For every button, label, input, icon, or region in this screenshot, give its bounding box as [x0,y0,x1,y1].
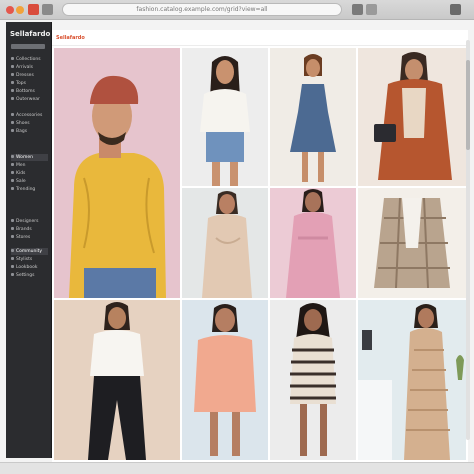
scrollbar-thumb[interactable] [466,60,470,150]
sidebar-item-label: Men [16,163,26,168]
sidebar-item-label: Outerwear [16,97,40,102]
tab-icon[interactable] [42,4,53,15]
photo-woman-denim-dress[interactable] [270,48,356,186]
bullet-icon [11,265,14,268]
sidebar-item-stylists[interactable]: Stylists [11,256,48,263]
sidebar-item-sale[interactable]: Sale [11,178,48,185]
bullet-icon [11,235,14,238]
bullet-icon [11,97,14,100]
sidebar-item-collections[interactable]: Collections [11,56,48,63]
photo-woman-pink-dress[interactable] [270,188,356,298]
bullet-icon [11,81,14,84]
sidebar-item-bags[interactable]: Bags [11,128,48,135]
bullet-icon [11,65,14,68]
menu-icon[interactable] [450,4,461,15]
status-bar [0,462,474,474]
brand-logo[interactable]: Sellafardo [56,35,90,43]
photo-woman-pink-sweater[interactable] [182,300,268,460]
sidebar-item-label: Community [16,249,43,254]
sidebar-item-brands[interactable]: Brands [11,226,48,233]
sidebar-item-label: Bags [16,129,28,134]
sidebar-item-arrivals[interactable]: Arrivals [11,64,48,71]
sidebar-item-men[interactable]: Men [11,162,48,169]
sidebar-item-label: Kids [16,171,26,176]
photo-woman-striped-dress[interactable] [270,300,356,460]
minimize-window-icon[interactable] [16,6,24,14]
main-content: Sellafardo [52,30,468,464]
address-bar[interactable]: fashion.catalog.example.com/grid?view=al… [62,3,342,16]
photo-plaid-jacket[interactable] [358,188,466,298]
sidebar-item-label: Women [16,155,33,160]
photo-woman-black-pants[interactable] [54,300,180,460]
sidebar-item-label: Arrivals [16,65,33,70]
bullet-icon [11,155,14,158]
sidebar-item-label: Sale [16,179,26,184]
bullet-icon [11,113,14,116]
sidebar-item-label: Designers [16,219,39,224]
sidebar-item-label: Trending [16,187,36,192]
sidebar-item-settings[interactable]: Settings [11,272,48,279]
sidebar-item-outerwear[interactable]: Outerwear [11,96,48,103]
sidebar-item-label: Stores [16,235,31,240]
sidebar-item-women[interactable]: Women [11,154,48,161]
bullet-icon [11,89,14,92]
sidebar-item-tops[interactable]: Tops [11,80,48,87]
sidebar-item-label: Dresses [16,73,34,78]
browser-titlebar: fashion.catalog.example.com/grid?view=al… [0,0,474,20]
bullet-icon [11,273,14,276]
sidebar-item-bottoms[interactable]: Bottoms [11,88,48,95]
sidebar-divider [11,44,45,49]
sidebar-item-label: Shoes [16,121,30,126]
scrollbar[interactable] [466,40,470,440]
bullet-icon [11,73,14,76]
bullet-icon [11,219,14,222]
sidebar-item-label: Tops [16,81,26,86]
photo-woman-beige-dress[interactable] [182,188,268,298]
bullet-icon [11,257,14,260]
tab-favicon-icon[interactable] [28,4,39,15]
bookmark-icon[interactable] [366,4,377,15]
sidebar-item-label: Brands [16,227,32,232]
bullet-icon [11,121,14,124]
extension-icon[interactable] [352,4,363,15]
bullet-icon [11,129,14,132]
sidebar-item-stores[interactable]: Stores [11,234,48,241]
sidebar-item-kids[interactable]: Kids [11,170,48,177]
bullet-icon [11,227,14,230]
sidebar-item-trending[interactable]: Trending [11,186,48,193]
photo-man-yellow-sweater[interactable] [54,48,180,298]
sidebar-item-accessories[interactable]: Accessories [11,112,48,119]
sidebar-item-label: Collections [16,57,41,62]
sidebar-item-label: Bottoms [16,89,35,94]
browser-window: fashion.catalog.example.com/grid?view=al… [0,0,474,474]
sidebar-item-label: Settings [16,273,35,278]
close-window-icon[interactable] [6,6,14,14]
bullet-icon [11,249,14,252]
sidebar-item-designers[interactable]: Designers [11,218,48,225]
photo-woman-knit-dress[interactable] [358,300,466,460]
sidebar-item-community[interactable]: Community [11,248,48,255]
sidebar-item-shoes[interactable]: Shoes [11,120,48,127]
bullet-icon [11,187,14,190]
bullet-icon [11,179,14,182]
sidebar-item-lookbook[interactable]: Lookbook [11,264,48,271]
photo-woman-white-blouse[interactable] [182,48,268,186]
bullet-icon [11,171,14,174]
sidebar-item-label: Lookbook [16,265,38,270]
content-toolbar: Sellafardo [52,30,468,46]
photo-woman-rust-coat[interactable] [358,48,466,186]
sidebar-logo[interactable]: Sellafardo [10,30,50,38]
sidebar-item-dresses[interactable]: Dresses [11,72,48,79]
sidebar-item-label: Accessories [16,113,43,118]
bullet-icon [11,57,14,60]
sidebar-item-label: Stylists [16,257,33,262]
bullet-icon [11,163,14,166]
sidebar: Sellafardo Collections Arrivals Dresses Top… [6,22,52,458]
